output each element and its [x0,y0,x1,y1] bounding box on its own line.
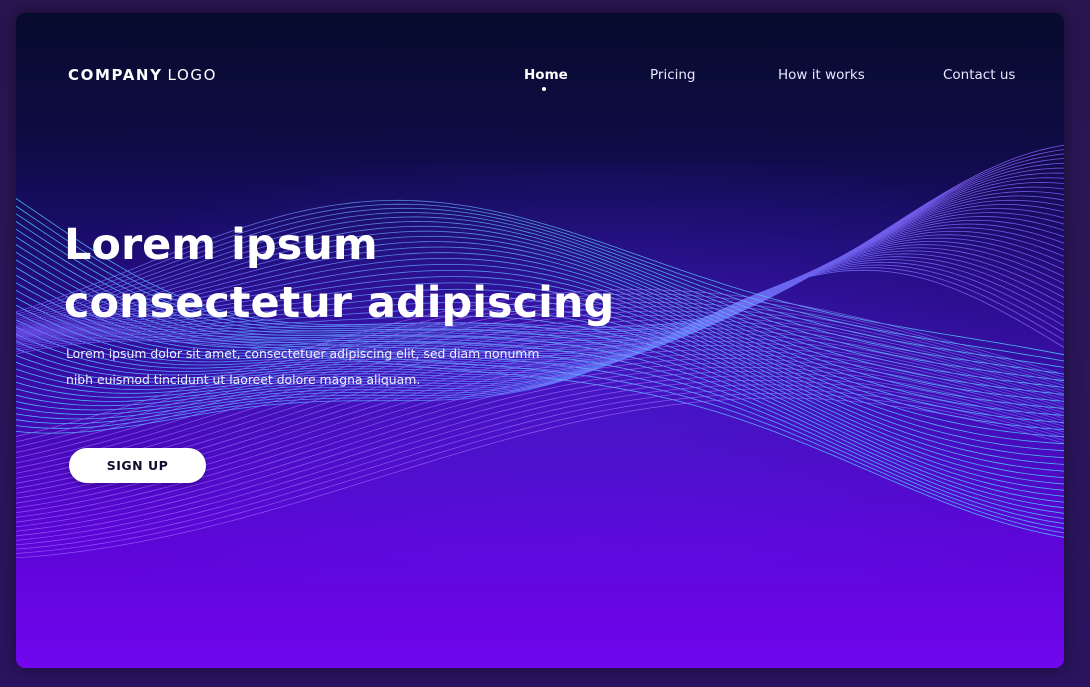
company-logo[interactable]: COMPANY LOGO [68,66,217,84]
hero-description-line2: nibh euismod tincidunt ut laoreet dolore… [66,372,421,387]
logo-bold-text: COMPANY [68,66,163,84]
nav-how-it-works-link[interactable]: How it works [778,67,865,83]
landing-page-card: COMPANY LOGO Home Pricing How it works Co… [16,13,1064,668]
logo-light-text: LOGO [167,66,217,84]
hero-description: Lorem ipsum dolor sit amet, consectetuer… [66,341,586,393]
nav-home-link[interactable]: Home [524,67,568,83]
active-nav-indicator [542,87,546,91]
hero-headline: Lorem ipsum consectetur adipiscing [64,216,614,332]
hero-headline-line1: Lorem ipsum [64,220,378,270]
hero-description-line1: Lorem ipsum dolor sit amet, consectetuer… [66,346,540,361]
sign-up-button[interactable]: SIGN UP [69,448,206,483]
nav-contact-us-link[interactable]: Contact us [943,67,1015,83]
hero-headline-line2: consectetur adipiscing [64,278,615,328]
nav-pricing-link[interactable]: Pricing [650,67,696,83]
